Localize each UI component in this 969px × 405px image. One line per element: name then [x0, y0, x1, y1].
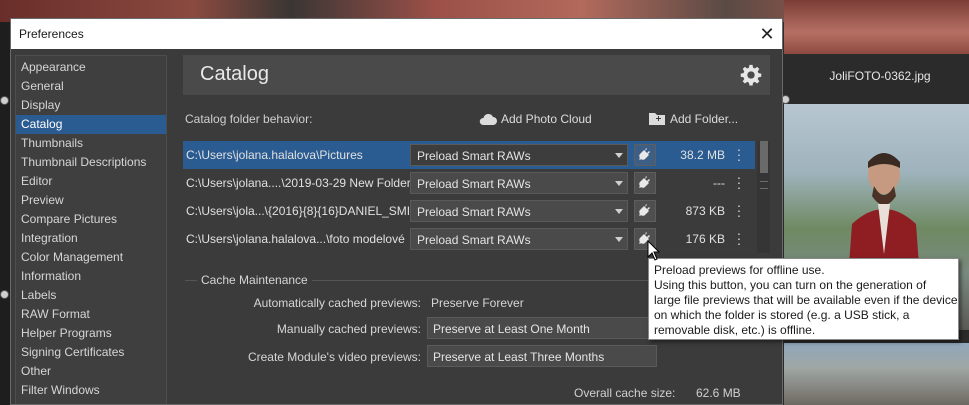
folder-path: C:\Users\jolana.halalova\Pictures [186, 148, 363, 162]
list-scrollbar[interactable] [757, 141, 770, 253]
sidebar-item-general[interactable]: General [16, 77, 166, 96]
sidebar-item-display[interactable]: Display [16, 96, 166, 115]
offline-preload-button[interactable] [634, 172, 656, 194]
sidebar-item-compare-pictures[interactable]: Compare Pictures [16, 210, 166, 229]
sidebar-item-catalog[interactable]: Catalog [16, 115, 166, 134]
manual-cache-label: Manually cached previews: [276, 322, 421, 336]
video-cache-label: Create Module's video previews: [247, 350, 421, 364]
photo-filename: JoliFOTO-0362.jpg [829, 69, 931, 83]
folder-cache-size: 873 KB [685, 204, 725, 218]
panel-header: Catalog [183, 55, 770, 95]
video-cache-select[interactable]: Preserve at Least Three Months [427, 345, 657, 367]
folder-path: C:\Users\jolana....\2019-03-29 New Folde… [186, 176, 411, 190]
table-row[interactable]: C:\Users\jolana.halalova...\foto modelov… [183, 225, 755, 253]
sidebar-item-labels[interactable]: Labels [16, 286, 166, 305]
sidebar-item-thumbnail-descriptions[interactable]: Thumbnail Descriptions [16, 153, 166, 172]
dialog-titlebar: Preferences ✕ [11, 19, 782, 49]
preload-mode-value: Preload Smart RAWs [417, 233, 531, 247]
sidebar-item-filter-windows[interactable]: Filter Windows [16, 381, 166, 400]
sidebar-item-integration[interactable]: Integration [16, 229, 166, 248]
preload-mode-value: Preload Smart RAWs [417, 149, 531, 163]
table-row[interactable]: C:\Users\jolana....\2019-03-29 New Folde… [183, 169, 755, 197]
manual-cache-select[interactable]: Preserve at Least One Month [427, 317, 657, 339]
cloud-icon [479, 113, 497, 125]
sidebar-item-helper-programs[interactable]: Helper Programs [16, 324, 166, 343]
catalog-folder-list: C:\Users\jolana.halalova\Pictures Preloa… [183, 141, 770, 271]
preload-mode-select[interactable]: Preload Smart RAWs [410, 200, 628, 222]
folder-add-icon [649, 113, 665, 125]
manual-cache-value: Preserve at Least One Month [433, 322, 590, 336]
tooltip-line: on which the folder is stored (e.g. a US… [654, 308, 910, 322]
plug-icon [639, 148, 650, 160]
table-row[interactable]: C:\Users\jolana.halalova\Pictures Preloa… [183, 141, 755, 169]
add-photo-cloud-label: Add Photo Cloud [501, 112, 592, 126]
tooltip-line: Preload previews for offline use. [654, 263, 825, 277]
folder-cache-size: 38.2 MB [680, 148, 725, 162]
mouse-cursor-icon [647, 240, 661, 261]
page-title: Catalog [200, 63, 269, 85]
plug-icon [639, 204, 650, 216]
scrollbar-thumb[interactable] [760, 141, 768, 173]
chevron-down-icon [615, 237, 623, 242]
kebab-icon[interactable]: · · · [736, 226, 742, 250]
camera-icon [0, 96, 9, 105]
catalog-panel: Catalog Catalog folder behavior: Add Pho… [183, 55, 770, 404]
preferences-sidebar: Appearance General Display Catalog Thumb… [15, 55, 167, 404]
kebab-icon[interactable]: · · · [736, 142, 742, 166]
sidebar-item-thumbnails[interactable]: Thumbnails [16, 134, 166, 153]
chevron-down-icon [615, 209, 623, 214]
sidebar-item-preview[interactable]: Preview [16, 191, 166, 210]
folder-cache-size: --- [713, 176, 725, 190]
preload-mode-value: Preload Smart RAWs [417, 205, 531, 219]
catalog-behavior-label: Catalog folder behavior: [185, 112, 313, 126]
tooltip-line: Using this button, you can turn on the g… [654, 278, 927, 292]
tooltip-line: large file previews that will be availab… [654, 293, 958, 307]
tooltip-line: removable disk, etc.) is offline. [654, 323, 816, 337]
folder-path: C:\Users\jolana.halalova...\foto modelov… [186, 232, 405, 246]
close-icon[interactable]: ✕ [752, 19, 782, 49]
preload-tooltip: Preload previews for offline use. Using … [648, 258, 959, 340]
photo-thumbnail[interactable] [784, 0, 969, 54]
chevron-down-icon [615, 153, 623, 158]
sidebar-item-raw-format[interactable]: RAW Format [16, 305, 166, 324]
chevron-down-icon [615, 181, 623, 186]
overall-cache-label: Overall cache size: [574, 386, 676, 400]
offline-preload-button[interactable] [634, 144, 656, 166]
cache-section-title: Cache Maintenance [197, 273, 312, 287]
sidebar-item-appearance[interactable]: Appearance [16, 58, 166, 77]
table-row[interactable]: C:\Users\jola...\{2016}{8}{16}DANIEL_SMI… [183, 197, 755, 225]
preload-mode-select[interactable]: Preload Smart RAWs [410, 172, 628, 194]
sidebar-item-information[interactable]: Information [16, 267, 166, 286]
camera-icon [0, 290, 9, 299]
add-folder-label: Add Folder... [670, 112, 739, 126]
kebab-icon[interactable]: · · · [736, 170, 742, 194]
sidebar-item-signing-certificates[interactable]: Signing Certificates [16, 343, 166, 362]
sidebar-item-other[interactable]: Other [16, 362, 166, 381]
photo-thumbnail-2[interactable] [784, 343, 969, 405]
preload-mode-value: Preload Smart RAWs [417, 177, 531, 191]
plug-icon [639, 176, 650, 188]
sidebar-item-color-management[interactable]: Color Management [16, 248, 166, 267]
kebab-icon[interactable]: · · · [736, 198, 742, 222]
folder-path: C:\Users\jola...\{2016}{8}{16}DANIEL_SMI… [186, 204, 419, 218]
preferences-dialog: Preferences ✕ Appearance General Display… [10, 18, 783, 405]
preload-mode-select[interactable]: Preload Smart RAWs [410, 144, 628, 166]
folder-cache-size: 176 KB [685, 232, 725, 246]
auto-cache-label: Automatically cached previews: [253, 296, 421, 310]
preload-mode-select[interactable]: Preload Smart RAWs [410, 228, 628, 250]
resize-grip[interactable] [760, 181, 768, 189]
auto-cache-value: Preserve Forever [431, 296, 524, 310]
dialog-title: Preferences [19, 27, 84, 41]
offline-preload-button[interactable] [634, 200, 656, 222]
video-cache-value: Preserve at Least Three Months [433, 350, 605, 364]
gear-icon[interactable] [740, 64, 762, 86]
sidebar-item-editor[interactable]: Editor [16, 172, 166, 191]
overall-cache-value: 62.6 MB [696, 386, 741, 400]
